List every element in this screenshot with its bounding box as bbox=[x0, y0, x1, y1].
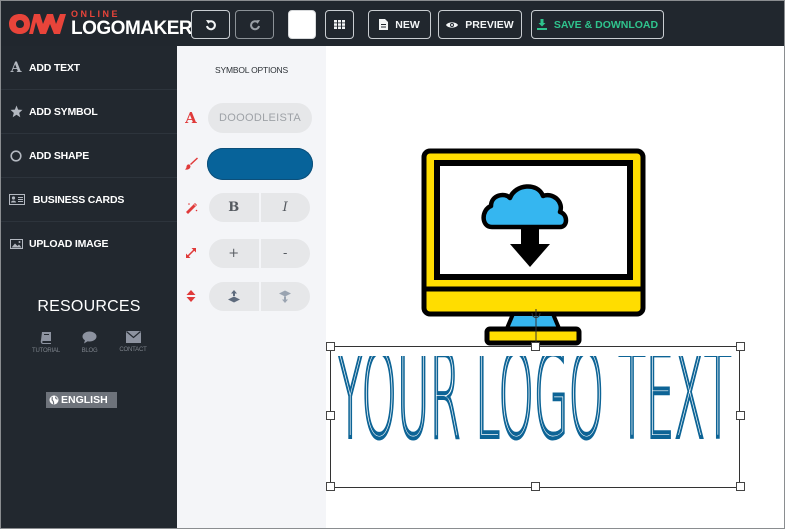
bring-forward-icon bbox=[227, 290, 240, 303]
globe-icon bbox=[49, 395, 59, 405]
save-download-button[interactable]: SAVE & DOWNLOAD bbox=[531, 10, 664, 39]
italic-label: I bbox=[282, 200, 288, 215]
logo-text[interactable]: YOUR LOGO TEXT bbox=[334, 356, 734, 466]
send-backward-button[interactable] bbox=[260, 282, 310, 311]
resource-link-label: TUTORIAL bbox=[32, 348, 60, 354]
size-increase-button[interactable]: + bbox=[209, 239, 259, 268]
magic-wand-icon bbox=[185, 202, 197, 214]
font-icon: A bbox=[185, 109, 197, 127]
brand-bottom-word: LOGOMAKER bbox=[71, 18, 193, 39]
id-card-icon bbox=[9, 194, 25, 205]
preview-label: PREVIEW bbox=[465, 18, 514, 31]
italic-button[interactable]: I bbox=[260, 193, 310, 222]
symbol-options-panel: SYMBOL OPTIONS A DOOODLEISTA B I + - bbox=[177, 46, 326, 528]
sidebar-item-label: ADD SHAPE bbox=[29, 149, 90, 162]
save-download-label: SAVE & DOWNLOAD bbox=[553, 18, 659, 31]
size-decrease-button[interactable]: - bbox=[260, 239, 310, 268]
sidebar-item-label: ADD SYMBOL bbox=[29, 105, 98, 118]
left-sidebar: A ADD TEXT ADD SYMBOL ADD SHAPE BUSINESS… bbox=[1, 46, 177, 528]
sidebar-item-add-text[interactable]: A ADD TEXT bbox=[1, 46, 177, 90]
resize-handle-s[interactable] bbox=[531, 482, 540, 491]
resource-link-blog[interactable]: BLOG bbox=[71, 331, 109, 354]
undo-button[interactable] bbox=[191, 10, 230, 39]
bold-button[interactable]: B bbox=[209, 193, 259, 222]
size-toggle-group: + - bbox=[209, 239, 310, 268]
resize-handle-n[interactable] bbox=[531, 342, 540, 351]
design-canvas[interactable]: YOUR LOGO TEXT bbox=[326, 46, 784, 528]
resource-link-tutorial[interactable]: TUTORIAL bbox=[27, 331, 65, 354]
eye-icon bbox=[446, 21, 459, 28]
redo-icon bbox=[249, 19, 260, 30]
size-decrease-label: - bbox=[283, 246, 288, 261]
bring-forward-button[interactable] bbox=[209, 282, 259, 311]
sidebar-item-label: BUSINESS CARDS bbox=[33, 193, 125, 206]
style-toggle-group: B I bbox=[209, 193, 310, 222]
logo-text-content: YOUR LOGO TEXT bbox=[337, 356, 732, 465]
language-selector[interactable]: ENGLISH bbox=[46, 392, 117, 408]
font-selector[interactable]: DOOODLEISTA bbox=[208, 103, 312, 133]
bold-label: B bbox=[228, 200, 240, 215]
resize-icon bbox=[186, 248, 196, 258]
resource-link-label: BLOG bbox=[81, 348, 98, 354]
new-label: NEW bbox=[395, 18, 420, 31]
circle-icon bbox=[10, 149, 22, 162]
resource-link-contact[interactable]: CONTACT bbox=[114, 331, 152, 354]
send-backward-icon bbox=[279, 290, 292, 303]
font-name: DOOODLEISTA bbox=[219, 112, 301, 124]
color-picker[interactable] bbox=[207, 148, 313, 180]
image-icon bbox=[9, 239, 23, 249]
redo-button[interactable] bbox=[235, 10, 274, 39]
top-toolbar: ONLINE LOGOMAKER NEW PREVIEW SAVE & DOWN… bbox=[1, 1, 784, 46]
resource-links: TUTORIAL BLOG CONTACT bbox=[27, 331, 152, 354]
resize-handle-e[interactable] bbox=[736, 411, 745, 420]
envelope-icon bbox=[125, 331, 141, 343]
language-label: ENGLISH bbox=[61, 394, 108, 406]
download-icon bbox=[536, 19, 547, 30]
resize-handle-nw[interactable] bbox=[326, 342, 335, 351]
chat-bubble-icon bbox=[82, 331, 97, 344]
logo-mark-icon bbox=[9, 14, 66, 34]
resize-handle-se[interactable] bbox=[736, 482, 745, 491]
new-button[interactable]: NEW bbox=[368, 10, 431, 39]
background-color-swatch[interactable] bbox=[288, 10, 316, 39]
panel-title: SYMBOL OPTIONS bbox=[215, 65, 288, 75]
text-icon: A bbox=[10, 59, 22, 76]
resource-link-label: CONTACT bbox=[119, 347, 147, 353]
sidebar-item-business-cards[interactable]: BUSINESS CARDS bbox=[1, 178, 177, 222]
book-icon bbox=[40, 332, 51, 344]
undo-icon bbox=[205, 19, 216, 30]
paintbrush-icon bbox=[184, 157, 198, 170]
brand-logo[interactable]: ONLINE LOGOMAKER bbox=[7, 9, 193, 39]
size-increase-label: + bbox=[228, 246, 240, 261]
layer-order-icon bbox=[186, 290, 196, 302]
app-window: ONLINE LOGOMAKER NEW PREVIEW SAVE & DOWN… bbox=[1, 1, 784, 528]
sidebar-item-label: ADD TEXT bbox=[29, 61, 80, 74]
sidebar-item-add-shape[interactable]: ADD SHAPE bbox=[1, 134, 177, 178]
layer-toggle-group bbox=[209, 282, 310, 311]
sidebar-item-label: UPLOAD IMAGE bbox=[29, 238, 109, 250]
star-icon bbox=[10, 105, 22, 118]
grid-button[interactable] bbox=[325, 10, 354, 39]
sidebar-item-add-symbol[interactable]: ADD SYMBOL bbox=[1, 90, 177, 134]
file-icon bbox=[379, 19, 389, 30]
resize-handle-ne[interactable] bbox=[736, 342, 745, 351]
grid-icon bbox=[334, 20, 345, 29]
sidebar-item-upload-image[interactable]: UPLOAD IMAGE bbox=[1, 222, 177, 266]
resize-handle-sw[interactable] bbox=[326, 482, 335, 491]
preview-button[interactable]: PREVIEW bbox=[438, 10, 522, 39]
resources-heading: RESOURCES bbox=[37, 298, 141, 315]
